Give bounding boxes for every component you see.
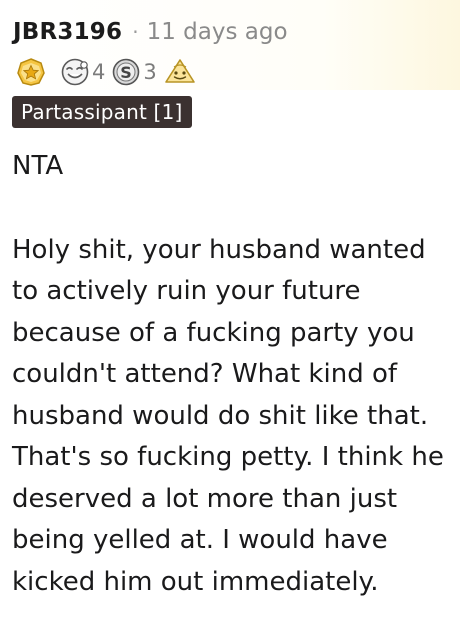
award-count: 3 [143,60,157,84]
wholesome-face-award-icon[interactable] [60,57,90,87]
silver-award-icon[interactable]: S [111,57,141,87]
gold-star-award-icon[interactable] [16,57,46,87]
username-link[interactable]: JBR3196 [13,16,122,48]
svg-text:S: S [121,63,133,82]
timestamp-link[interactable]: 11 days ago [147,16,288,48]
comment: JBR3196 · 11 days ago 4 S 3 Partassipant… [0,0,460,642]
user-flair: Partassipant [1] [12,96,192,128]
award-count: 4 [92,60,106,84]
comment-body: NTA Holy shit, your husband wanted to ac… [12,146,452,603]
comment-paragraph: Holy shit, your husband wanted to active… [12,234,444,597]
meta-separator: · [132,20,139,44]
helpful-award-icon[interactable] [163,57,195,87]
comment-paragraph: NTA [12,151,64,181]
awards-row[interactable]: 4 S 3 [16,56,201,88]
comment-meta: JBR3196 · 11 days ago [13,16,288,48]
